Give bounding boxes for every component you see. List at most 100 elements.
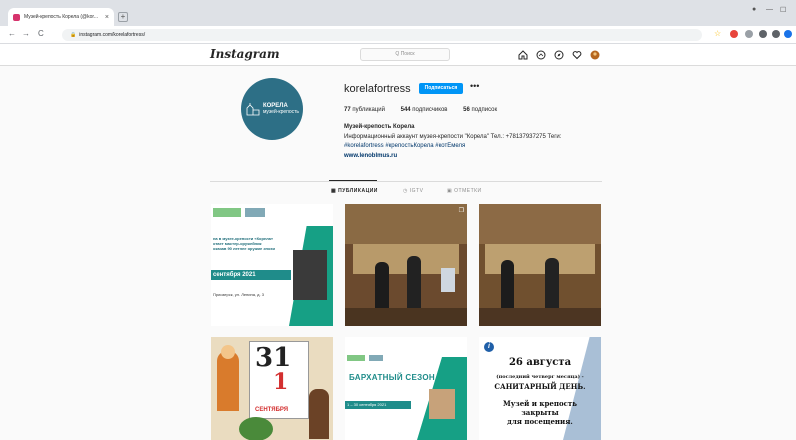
bio-website-link[interactable]: www.lenoblmus.ru [344,153,397,159]
lock-icon: 🔒 [70,32,77,38]
logo-block [245,208,265,217]
tab-tagged[interactable]: ▣ ОТМЕТКИ [447,188,482,194]
tab-igtv[interactable]: ◷ IGTV [403,188,423,194]
extension-gear-icon[interactable] [745,30,753,38]
search-input[interactable]: Q Поиск [360,48,450,61]
extension-mail-icon[interactable] [759,30,767,38]
instagram-logo[interactable]: Instagram [210,47,280,61]
extensions-puzzle-icon[interactable] [772,30,780,38]
posts-count: 77 [344,107,351,113]
user-avatar-icon[interactable] [590,50,600,60]
post-logos [211,204,333,224]
post-floor [345,308,467,326]
bookmark-star-icon[interactable]: ☆ [714,29,721,38]
following-label: подписок [471,107,498,113]
tab-posts[interactable]: ▦ ПУБЛИКАЦИИ [331,188,378,194]
post-text: 26 августа (последний четверг месяца) - … [479,357,601,426]
post-line: (последний четверг месяца) - [496,374,584,380]
logo-block [347,355,365,361]
post-date-banner: сентября 2021 [211,270,291,280]
post-poster-board [441,268,455,292]
fortress-icon [246,103,260,116]
post-line: САНИТАРНЫЙ ДЕНЬ. [494,382,586,391]
post-thumbnail[interactable]: 31 1 СЕНТЯБРЯ [211,337,333,440]
follow-button[interactable]: Подписаться [419,83,463,94]
bio-text: Информационный аккаунт музея-крепости "К… [344,133,594,151]
profile-avatar[interactable]: КОРЕЛА музей-крепость [241,78,303,140]
calendar-red-number: 1 [273,369,289,395]
post-thumbnail[interactable] [479,204,601,326]
address-bar: ← → C 🔒 instagram.com/korelafortress/ ☆ [0,26,796,44]
activity-heart-icon[interactable] [572,50,582,60]
instagram-header: Instagram Q Поиск [0,44,796,66]
forward-button[interactable]: → [22,29,30,38]
profile-avatar-icon[interactable] [784,30,792,38]
browser-tab[interactable]: Музей-крепость Корела (@kor... × [8,8,114,26]
globe-shape [239,417,273,440]
posts-stat: 77 публикаций [344,107,385,113]
post-thumbnail[interactable]: БАРХАТНЫЙ СЕЗОН 1 – 30 сентября 2021 [345,337,467,440]
post-thumbnail[interactable]: i 26 августа (последний четверг месяца) … [479,337,601,440]
minimize-button[interactable]: — [766,6,773,13]
followers-label: подписчиков [412,107,448,113]
bio-hashtags[interactable]: #korelafortress #крепостьКорела #котЕмел… [344,143,465,149]
avatar-sub: музей-крепость [262,109,300,115]
url-text: instagram.com/korelafortress/ [79,32,146,38]
instagram-favicon-icon [13,13,20,21]
logo-block [369,355,383,361]
tab-title: Музей-крепость Корела (@kor... [24,14,98,20]
tab-igtv-label: IGTV [409,188,424,194]
carousel-icon: ❐ [458,208,464,214]
post-photo [293,250,327,300]
tab-close-button[interactable]: × [105,14,109,21]
post-line: закрыты [521,408,559,417]
post-floor [479,308,601,326]
account-icon[interactable]: ● [752,6,756,13]
post-thumbnail[interactable]: на в музее-крепости «Корела» отает масте… [211,204,333,326]
new-tab-button[interactable]: + [118,12,128,22]
direct-messages-icon[interactable] [536,50,546,60]
tabs-active-indicator [329,180,377,181]
reload-button[interactable]: C [38,29,44,38]
post-date-banner: 1 – 30 сентября 2021 [345,401,411,409]
calendar-month: СЕНТЯБРЯ [255,407,289,413]
following-count: 56 [463,107,470,113]
child-figure [309,389,329,439]
tab-tagged-label: ОТМЕТКИ [454,188,482,194]
info-icon: i [484,342,494,352]
igtv-icon: ◷ [403,188,410,194]
explore-compass-icon[interactable] [554,50,564,60]
more-options-button[interactable]: ••• [470,81,479,91]
post-line: Музей и крепость [503,399,577,408]
following-stat[interactable]: 56 подписок [463,107,497,113]
child-figure [217,351,239,411]
post-address: Приозерск, ул. Ленина, д. 3 [213,292,264,297]
extension-adblock-icon[interactable] [730,30,738,38]
maximize-button[interactable]: ☐ [780,6,786,14]
tabs-divider [210,181,602,182]
profile-username: korelafortress [344,83,411,95]
profile-stats: 77 публикаций 544 подписчиков 56 подписо… [344,107,511,113]
back-button[interactable]: ← [8,29,16,38]
bio-name: Музей-крепость Корела [344,124,415,130]
post-line: для посещения. [507,417,573,426]
post-title: БАРХАТНЫЙ СЕЗОН [349,373,435,382]
posts-label: публикаций [352,107,385,113]
browser-tabstrip: Музей-крепость Корела (@kor... × + ● — ☐ [0,0,796,26]
post-line: оказав 90 летнее оружие эпохи [213,246,275,251]
post-text: на в музее-крепости «Корела» отает масте… [213,236,289,251]
home-icon[interactable] [518,50,528,60]
post-painting [429,389,455,419]
logo-block [213,208,241,217]
post-ceiling [345,204,467,244]
bio-description: Информационный аккаунт музея-крепости "К… [344,134,562,140]
post-line: 26 августа [508,357,572,368]
url-input[interactable]: 🔒 instagram.com/korelafortress/ [62,29,702,41]
followers-count: 544 [400,107,411,113]
post-thumbnail[interactable]: ❐ [345,204,467,326]
post-ceiling [479,204,601,244]
tab-posts-label: ПУБЛИКАЦИИ [338,188,378,194]
followers-stat[interactable]: 544 подписчиков [401,107,448,113]
avatar-logo: КОРЕЛА музей-крепость [245,102,299,116]
child-head [221,345,235,359]
